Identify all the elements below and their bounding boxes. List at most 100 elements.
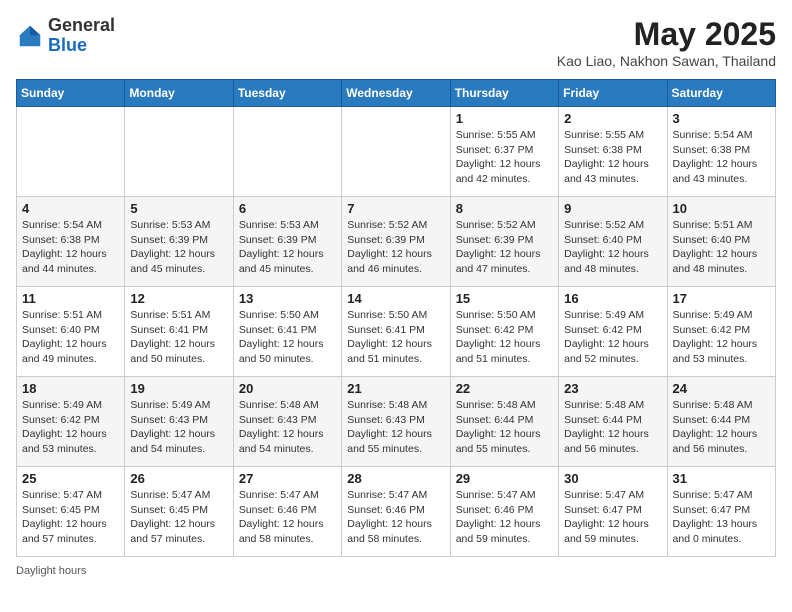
calendar-cell: 14 Sunrise: 5:50 AM Sunset: 6:41 PM Dayli… xyxy=(342,287,450,377)
logo: General Blue xyxy=(16,16,115,56)
calendar-cell: 7 Sunrise: 5:52 AM Sunset: 6:39 PM Daylig… xyxy=(342,197,450,287)
day-number: 10 xyxy=(673,201,770,216)
day-number: 22 xyxy=(456,381,553,396)
day-info: Sunrise: 5:51 AM Sunset: 6:41 PM Dayligh… xyxy=(130,308,227,367)
day-number: 21 xyxy=(347,381,444,396)
day-number: 5 xyxy=(130,201,227,216)
calendar-cell: 22 Sunrise: 5:48 AM Sunset: 6:44 PM Dayli… xyxy=(450,377,558,467)
calendar-day-header: Wednesday xyxy=(342,80,450,107)
day-number: 27 xyxy=(239,471,336,486)
calendar-cell: 26Sunrise: 5:47 AM Sunset: 6:45 PM Dayli… xyxy=(125,467,233,557)
day-info: Sunrise: 5:51 AM Sunset: 6:40 PM Dayligh… xyxy=(673,218,770,277)
day-info: Sunrise: 5:52 AM Sunset: 6:39 PM Dayligh… xyxy=(347,218,444,277)
day-info: Sunrise: 5:49 AM Sunset: 6:42 PM Dayligh… xyxy=(22,398,119,457)
calendar-cell xyxy=(17,107,125,197)
day-info: Sunrise: 5:47 AM Sunset: 6:46 PM Dayligh… xyxy=(456,488,553,547)
day-number: 15 xyxy=(456,291,553,306)
day-number: 13 xyxy=(239,291,336,306)
day-info: Sunrise: 5:52 AM Sunset: 6:39 PM Dayligh… xyxy=(456,218,553,277)
calendar-cell: 19Sunrise: 5:49 AM Sunset: 6:43 PM Dayli… xyxy=(125,377,233,467)
day-number: 20 xyxy=(239,381,336,396)
day-number: 29 xyxy=(456,471,553,486)
day-info: Sunrise: 5:48 AM Sunset: 6:44 PM Dayligh… xyxy=(673,398,770,457)
day-info: Sunrise: 5:48 AM Sunset: 6:43 PM Dayligh… xyxy=(347,398,444,457)
day-number: 28 xyxy=(347,471,444,486)
day-number: 3 xyxy=(673,111,770,126)
calendar-day-header: Friday xyxy=(559,80,667,107)
day-number: 1 xyxy=(456,111,553,126)
logo-blue-text: Blue xyxy=(48,35,87,55)
day-number: 25 xyxy=(22,471,119,486)
day-number: 30 xyxy=(564,471,661,486)
day-number: 7 xyxy=(347,201,444,216)
day-info: Sunrise: 5:54 AM Sunset: 6:38 PM Dayligh… xyxy=(22,218,119,277)
calendar-cell: 25 Sunrise: 5:47 AM Sunset: 6:45 PM Dayli… xyxy=(17,467,125,557)
calendar-day-header: Saturday xyxy=(667,80,775,107)
calendar-week-row: 11 Sunrise: 5:51 AM Sunset: 6:40 PM Dayli… xyxy=(17,287,776,377)
logo-general-text: General xyxy=(48,15,115,35)
day-info: Sunrise: 5:49 AM Sunset: 6:42 PM Dayligh… xyxy=(673,308,770,367)
day-info: Sunrise: 5:51 AM Sunset: 6:40 PM Dayligh… xyxy=(22,308,119,367)
logo-text: General Blue xyxy=(48,16,115,56)
calendar-cell: 2 Sunrise: 5:55 AM Sunset: 6:38 PM Daylig… xyxy=(559,107,667,197)
calendar-cell xyxy=(233,107,341,197)
day-info: Sunrise: 5:54 AM Sunset: 6:38 PM Dayligh… xyxy=(673,128,770,187)
calendar-cell: 30 Sunrise: 5:47 AM Sunset: 6:47 PM Dayli… xyxy=(559,467,667,557)
day-info: Sunrise: 5:47 AM Sunset: 6:45 PM Dayligh… xyxy=(22,488,119,547)
day-info: Sunrise: 5:55 AM Sunset: 6:37 PM Dayligh… xyxy=(456,128,553,187)
day-info: Sunrise: 5:48 AM Sunset: 6:44 PM Dayligh… xyxy=(564,398,661,457)
day-number: 2 xyxy=(564,111,661,126)
calendar-cell: 21 Sunrise: 5:48 AM Sunset: 6:43 PM Dayli… xyxy=(342,377,450,467)
day-number: 14 xyxy=(347,291,444,306)
day-info: Sunrise: 5:48 AM Sunset: 6:44 PM Dayligh… xyxy=(456,398,553,457)
calendar-cell: 23 Sunrise: 5:48 AM Sunset: 6:44 PM Dayli… xyxy=(559,377,667,467)
day-info: Sunrise: 5:47 AM Sunset: 6:47 PM Dayligh… xyxy=(673,488,770,547)
day-number: 31 xyxy=(673,471,770,486)
day-info: Sunrise: 5:49 AM Sunset: 6:43 PM Dayligh… xyxy=(130,398,227,457)
calendar-day-header: Thursday xyxy=(450,80,558,107)
calendar-cell: 4 Sunrise: 5:54 AM Sunset: 6:38 PM Daylig… xyxy=(17,197,125,287)
calendar-cell: 31 Sunrise: 5:47 AM Sunset: 6:47 PM Dayli… xyxy=(667,467,775,557)
calendar-cell: 5Sunrise: 5:53 AM Sunset: 6:39 PM Daylig… xyxy=(125,197,233,287)
calendar-cell xyxy=(125,107,233,197)
footer-note: Daylight hours xyxy=(16,565,776,577)
day-info: Sunrise: 5:47 AM Sunset: 6:45 PM Dayligh… xyxy=(130,488,227,547)
day-number: 6 xyxy=(239,201,336,216)
calendar-table: SundayMondayTuesdayWednesdayThursdayFrid… xyxy=(16,79,776,557)
calendar-cell: 17 Sunrise: 5:49 AM Sunset: 6:42 PM Dayli… xyxy=(667,287,775,377)
day-info: Sunrise: 5:49 AM Sunset: 6:42 PM Dayligh… xyxy=(564,308,661,367)
page-header: General Blue May 2025 Kao Liao, Nakhon S… xyxy=(16,16,776,69)
calendar-day-header: Sunday xyxy=(17,80,125,107)
calendar-cell: 13Sunrise: 5:50 AM Sunset: 6:41 PM Dayli… xyxy=(233,287,341,377)
day-info: Sunrise: 5:48 AM Sunset: 6:43 PM Dayligh… xyxy=(239,398,336,457)
day-info: Sunrise: 5:55 AM Sunset: 6:38 PM Dayligh… xyxy=(564,128,661,187)
calendar-cell: 27 Sunrise: 5:47 AM Sunset: 6:46 PM Dayli… xyxy=(233,467,341,557)
day-number: 23 xyxy=(564,381,661,396)
day-info: Sunrise: 5:47 AM Sunset: 6:47 PM Dayligh… xyxy=(564,488,661,547)
day-number: 18 xyxy=(22,381,119,396)
day-info: Sunrise: 5:47 AM Sunset: 6:46 PM Dayligh… xyxy=(239,488,336,547)
calendar-cell: 16 Sunrise: 5:49 AM Sunset: 6:42 PM Dayli… xyxy=(559,287,667,377)
day-info: Sunrise: 5:47 AM Sunset: 6:46 PM Dayligh… xyxy=(347,488,444,547)
day-info: Sunrise: 5:53 AM Sunset: 6:39 PM Dayligh… xyxy=(239,218,336,277)
calendar-week-row: 4 Sunrise: 5:54 AM Sunset: 6:38 PM Daylig… xyxy=(17,197,776,287)
title-block: May 2025 Kao Liao, Nakhon Sawan, Thailan… xyxy=(557,16,776,69)
calendar-day-header: Monday xyxy=(125,80,233,107)
calendar-cell: 9Sunrise: 5:52 AM Sunset: 6:40 PM Daylig… xyxy=(559,197,667,287)
calendar-week-row: 18 Sunrise: 5:49 AM Sunset: 6:42 PM Dayli… xyxy=(17,377,776,467)
day-info: Sunrise: 5:50 AM Sunset: 6:41 PM Dayligh… xyxy=(347,308,444,367)
day-number: 17 xyxy=(673,291,770,306)
month-title: May 2025 xyxy=(557,16,776,53)
day-number: 4 xyxy=(22,201,119,216)
calendar-header-row: SundayMondayTuesdayWednesdayThursdayFrid… xyxy=(17,80,776,107)
day-info: Sunrise: 5:50 AM Sunset: 6:42 PM Dayligh… xyxy=(456,308,553,367)
logo-icon xyxy=(16,22,44,50)
calendar-week-row: 25 Sunrise: 5:47 AM Sunset: 6:45 PM Dayli… xyxy=(17,467,776,557)
calendar-cell: 1 Sunrise: 5:55 AM Sunset: 6:37 PM Daylig… xyxy=(450,107,558,197)
day-info: Sunrise: 5:52 AM Sunset: 6:40 PM Dayligh… xyxy=(564,218,661,277)
location: Kao Liao, Nakhon Sawan, Thailand xyxy=(557,53,776,69)
day-number: 11 xyxy=(22,291,119,306)
day-number: 16 xyxy=(564,291,661,306)
calendar-cell: 29 Sunrise: 5:47 AM Sunset: 6:46 PM Dayli… xyxy=(450,467,558,557)
calendar-cell: 18 Sunrise: 5:49 AM Sunset: 6:42 PM Dayli… xyxy=(17,377,125,467)
